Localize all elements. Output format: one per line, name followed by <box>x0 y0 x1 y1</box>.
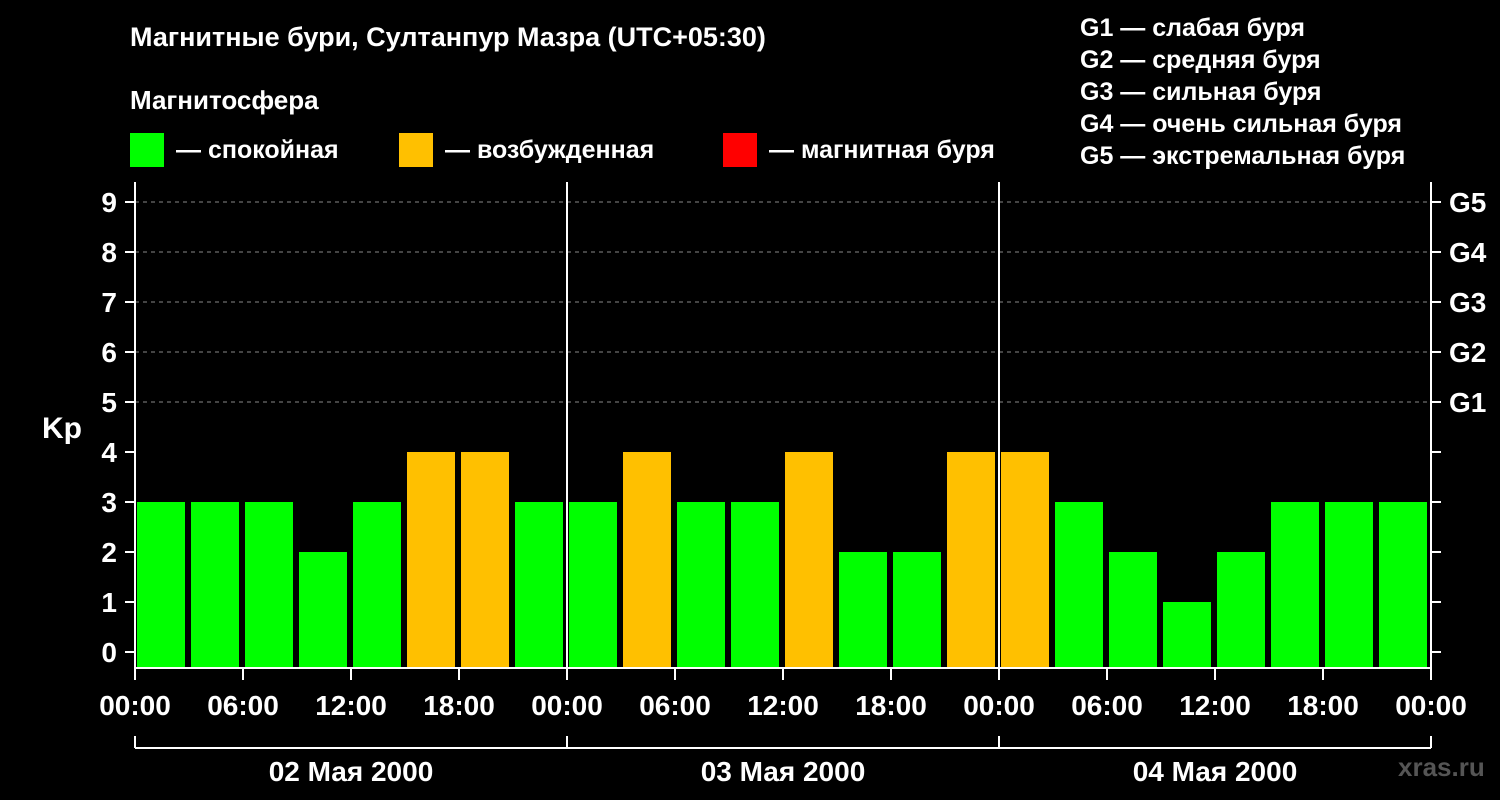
kp-bar <box>515 502 563 668</box>
x-tick-label: 00:00 <box>99 690 171 721</box>
y-tick-label: 9 <box>101 187 117 218</box>
kp-bar <box>1109 552 1157 668</box>
kp-bar <box>731 502 779 668</box>
x-tick-label: 06:00 <box>207 690 279 721</box>
g-scale-tick-label: G4 <box>1449 237 1487 268</box>
x-tick-label: 00:00 <box>963 690 1035 721</box>
kp-bar <box>137 502 185 668</box>
kp-bar <box>947 452 995 668</box>
y-tick-label: 7 <box>101 287 117 318</box>
kp-bar <box>569 502 617 668</box>
x-tick-label: 12:00 <box>747 690 819 721</box>
kp-bar <box>785 452 833 668</box>
kp-bar <box>1379 502 1427 668</box>
kp-bar <box>839 552 887 668</box>
y-tick-label: 6 <box>101 337 117 368</box>
kp-bar <box>299 552 347 668</box>
kp-bar <box>1217 552 1265 668</box>
kp-bar <box>893 552 941 668</box>
kp-bar-chart: 0 1 2 3 4 5 6 7 8 9 G1 G2 G3 G4 G5 00:00 06:00 12:00 18:00… <box>99 182 1487 787</box>
g-scale-tick-label: G5 <box>1449 187 1486 218</box>
kp-bar <box>191 502 239 668</box>
y-tick-label: 5 <box>101 387 117 418</box>
x-tick-label: 18:00 <box>855 690 927 721</box>
day-label: 04 Мая 2000 <box>1133 756 1298 787</box>
x-tick-label: 00:00 <box>1395 690 1467 721</box>
x-tick-label: 06:00 <box>1071 690 1143 721</box>
kp-bar <box>353 502 401 668</box>
kp-bar <box>1001 452 1049 668</box>
x-tick-label: 06:00 <box>639 690 711 721</box>
kp-bar <box>1325 502 1373 668</box>
x-tick-label: 18:00 <box>1287 690 1359 721</box>
kp-bar <box>407 452 455 668</box>
y-tick-label: 2 <box>101 537 117 568</box>
x-tick-label: 12:00 <box>315 690 387 721</box>
x-tick-label: 12:00 <box>1179 690 1251 721</box>
y-tick-label: 8 <box>101 237 117 268</box>
y-tick-label: 0 <box>101 637 117 668</box>
x-tick-label: 00:00 <box>531 690 603 721</box>
y-tick-label: 1 <box>101 587 117 618</box>
day-label: 03 Мая 2000 <box>701 756 866 787</box>
kp-bar <box>677 502 725 668</box>
g-scale-tick-label: G3 <box>1449 287 1486 318</box>
kp-bar <box>1055 502 1103 668</box>
day-label: 02 Мая 2000 <box>269 756 434 787</box>
y-tick-label: 4 <box>101 437 117 468</box>
kp-bar <box>623 452 671 668</box>
kp-bar <box>461 452 509 668</box>
g-scale-tick-label: G2 <box>1449 337 1486 368</box>
x-tick-label: 18:00 <box>423 690 495 721</box>
kp-bar <box>245 502 293 668</box>
kp-bar <box>1163 602 1211 668</box>
y-tick-label: 3 <box>101 487 117 518</box>
g-scale-tick-label: G1 <box>1449 387 1486 418</box>
kp-bar <box>1271 502 1319 668</box>
